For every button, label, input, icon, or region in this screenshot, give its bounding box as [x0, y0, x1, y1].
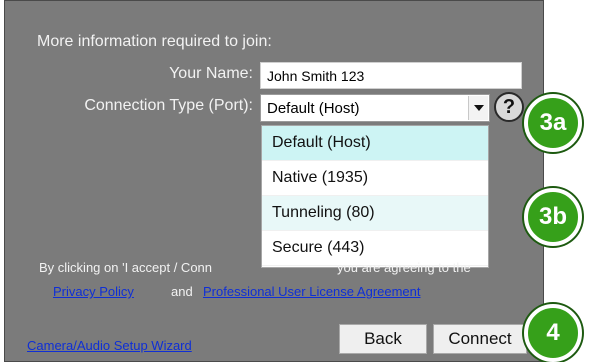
intro-text: More information required to join:	[37, 33, 272, 50]
option-default-host[interactable]: Default (Host)	[262, 126, 488, 161]
connect-button[interactable]: Connect	[433, 324, 527, 354]
license-agreement-link[interactable]: Professional User License Agreement	[203, 284, 421, 299]
name-input[interactable]: John Smith 123	[260, 62, 522, 89]
help-icon[interactable]: ?	[494, 92, 524, 122]
join-dialog-panel: More information required to join: Your …	[4, 0, 544, 362]
callout-3a-badge: 3a	[524, 94, 582, 152]
back-button[interactable]: Back	[339, 324, 427, 354]
connection-type-dropdown: Default (Host) Native (1935) Tunneling (…	[261, 125, 489, 268]
callout-4-badge: 4	[524, 304, 582, 362]
disclaimer-suffix: you are agreeing to the	[337, 260, 471, 275]
privacy-policy-link[interactable]: Privacy Policy	[53, 284, 134, 299]
option-tunneling[interactable]: Tunneling (80)	[262, 196, 488, 231]
setup-wizard-link[interactable]: Camera/Audio Setup Wizard	[27, 338, 192, 353]
connection-type-label: Connection Type (Port):	[84, 97, 253, 114]
option-native[interactable]: Native (1935)	[262, 161, 488, 196]
disclaimer-prefix: By clicking on 'I accept / Conn	[39, 260, 213, 275]
name-label: Your Name:	[169, 65, 253, 82]
callout-3b-badge: 3b	[524, 188, 582, 246]
connection-type-select[interactable]: Default (Host)	[260, 94, 490, 122]
connection-type-selected: Default (Host)	[267, 100, 360, 117]
chevron-down-icon[interactable]	[468, 96, 488, 120]
and-text: and	[171, 284, 193, 299]
